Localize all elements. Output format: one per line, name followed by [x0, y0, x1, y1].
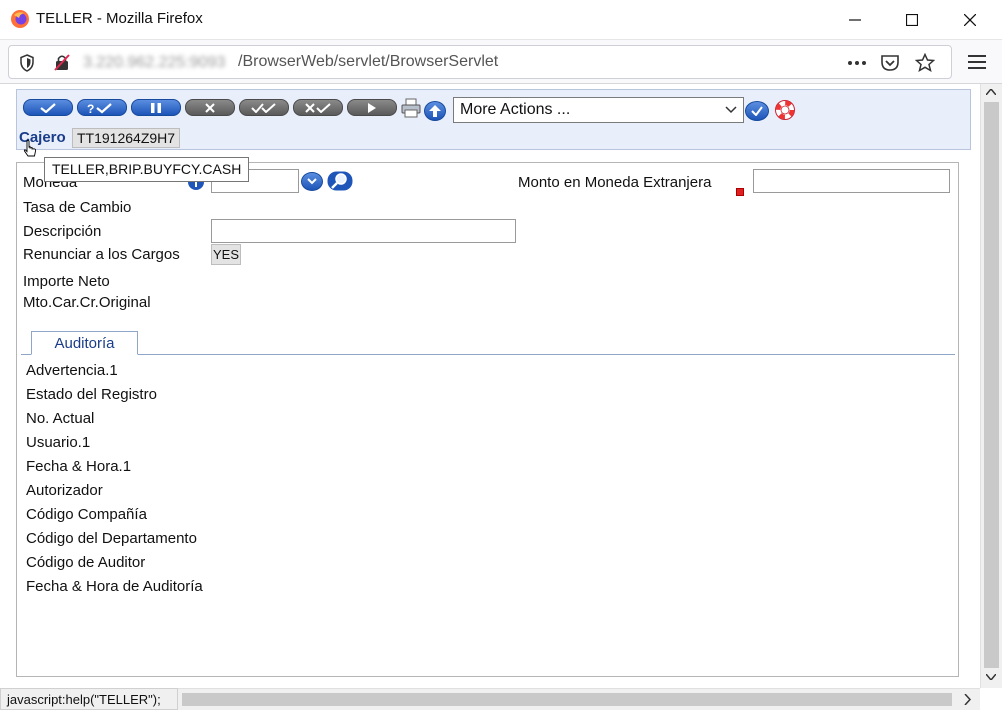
firefox-logo-icon	[11, 10, 29, 28]
menu-icon[interactable]	[968, 54, 986, 70]
question-check-icon: ?	[87, 102, 112, 114]
authorise-button[interactable]	[239, 99, 289, 116]
audit-field-label: Advertencia.1	[26, 362, 118, 379]
scroll-up-icon[interactable]	[986, 89, 996, 95]
bookmark-star-icon[interactable]	[915, 53, 935, 73]
window-title: TELLER - Mozilla Firefox	[36, 10, 203, 27]
tab-divider	[21, 354, 955, 355]
pause-icon	[151, 102, 161, 113]
minimize-icon	[849, 19, 861, 21]
next-button[interactable]	[347, 99, 397, 116]
pocket-icon[interactable]	[880, 53, 900, 73]
double-check-icon	[251, 102, 276, 113]
status-bar: javascript:help("TELLER");	[0, 688, 178, 710]
x-check-icon	[305, 102, 331, 113]
mto-car-label: Mto.Car.Cr.Original	[23, 294, 151, 311]
page-actions-icon[interactable]	[847, 60, 867, 66]
descripcion-label: Descripción	[23, 223, 102, 240]
descripcion-input[interactable]	[211, 219, 516, 243]
audit-field-label: No. Actual	[26, 410, 95, 427]
minimize-button[interactable]	[835, 6, 875, 34]
arrow-up-icon	[429, 105, 441, 117]
shield-icon[interactable]	[19, 54, 35, 72]
renunciar-value[interactable]: YES	[211, 244, 241, 265]
renunciar-label: Renunciar a los Cargos	[23, 246, 180, 263]
vertical-scroll-thumb[interactable]	[984, 102, 999, 668]
validate-button[interactable]: ?	[77, 99, 127, 116]
help-lifebuoy-icon[interactable]	[774, 99, 796, 121]
url-host: 3.220.962.225:9093	[83, 54, 226, 71]
more-actions-value: More Actions ...	[460, 101, 571, 118]
svg-text:?: ?	[87, 102, 94, 114]
scroll-down-icon[interactable]	[986, 674, 996, 680]
go-button[interactable]	[745, 101, 769, 121]
delete-button[interactable]	[185, 99, 235, 116]
tasa-label: Tasa de Cambio	[23, 199, 132, 216]
close-icon	[964, 14, 976, 26]
audit-field-label: Código Compañía	[26, 506, 147, 523]
hand-cursor-icon	[23, 140, 37, 157]
monto-input[interactable]	[753, 169, 950, 193]
more-actions-select[interactable]: More Actions ...	[453, 97, 744, 123]
url-path: /BrowserWeb/servlet/BrowserServlet	[238, 53, 499, 70]
chevron-down-icon	[307, 178, 317, 185]
url-bar[interactable]: 3.220.962.225:9093 /BrowserWeb/servlet/B…	[8, 45, 952, 79]
search-icon[interactable]	[327, 171, 353, 191]
commit-button[interactable]	[23, 99, 73, 116]
scroll-right-icon[interactable]	[964, 694, 971, 705]
audit-field-label: Código del Departamento	[26, 530, 197, 547]
transaction-toolbar: ? More Actions ... Cajero TT191264Z9H7	[16, 89, 971, 150]
monto-label: Monto en Moneda Extranjera	[518, 174, 712, 191]
print-icon[interactable]	[401, 98, 421, 118]
close-window-button[interactable]	[950, 6, 990, 34]
audit-field-label: Autorizador	[26, 482, 103, 499]
audit-field-label: Usuario.1	[26, 434, 91, 451]
horizontal-scrollbar[interactable]	[178, 688, 980, 710]
tab-auditoria[interactable]: Auditoría	[31, 331, 138, 355]
reverse-button[interactable]	[293, 99, 343, 116]
chevron-down-icon	[725, 106, 737, 114]
check-icon	[751, 106, 763, 116]
vertical-scrollbar[interactable]	[980, 84, 1002, 688]
play-icon	[368, 102, 376, 113]
tooltip: TELLER,BRIP.BUYFCY.CASH	[44, 157, 250, 182]
maximize-button[interactable]	[892, 6, 932, 34]
hold-button[interactable]	[131, 99, 181, 116]
audit-field-label: Código de Auditor	[26, 554, 146, 571]
horizontal-scroll-thumb[interactable]	[182, 693, 952, 706]
window-titlebar: TELLER - Mozilla Firefox	[0, 0, 1002, 40]
audit-field-label: Estado del Registro	[26, 386, 157, 403]
check-icon	[40, 102, 56, 113]
maximize-icon	[906, 14, 918, 26]
x-icon	[205, 102, 215, 113]
audit-field-label: Fecha & Hora.1	[26, 458, 132, 475]
cajero-value: TT191264Z9H7	[72, 128, 181, 148]
insecure-lock-icon[interactable]	[53, 53, 71, 71]
audit-field-label: Fecha & Hora de Auditoría	[26, 578, 203, 595]
upload-button[interactable]	[424, 101, 446, 121]
required-marker	[736, 188, 744, 196]
teller-form: Moneda Monto en Moneda Extranjera Tasa d…	[16, 162, 959, 677]
importe-neto-label: Importe Neto	[23, 273, 110, 290]
navigation-bar: 3.220.962.225:9093 /BrowserWeb/servlet/B…	[0, 40, 1002, 84]
moneda-dropdown-button[interactable]	[301, 172, 323, 191]
